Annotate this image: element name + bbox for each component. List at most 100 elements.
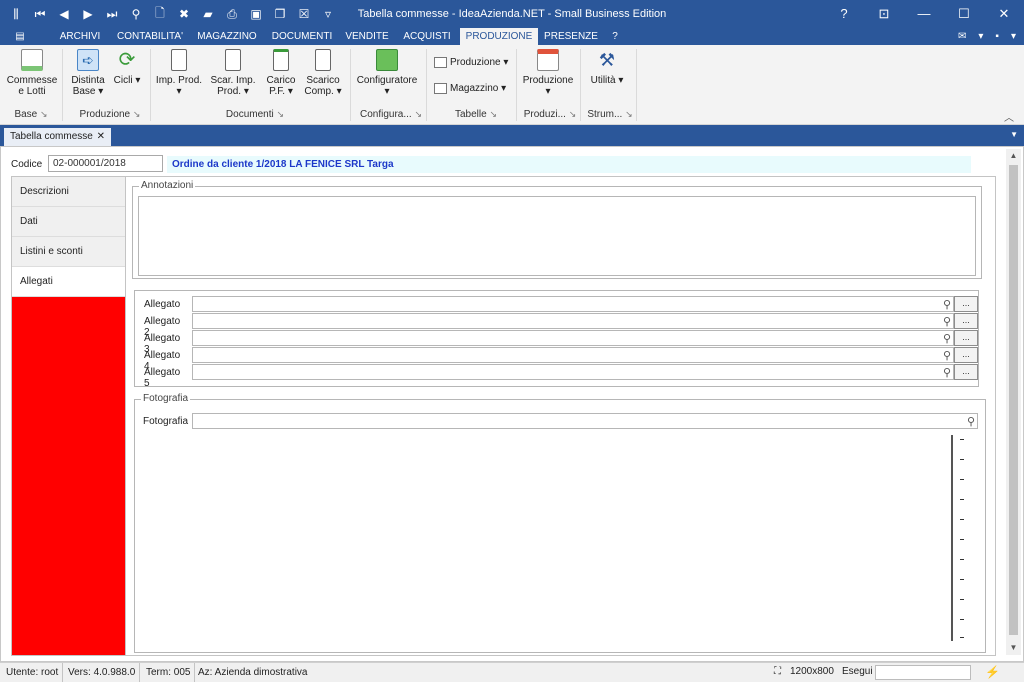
window-layout-icon[interactable]: ▪ (995, 28, 999, 45)
next-record-icon[interactable]: ▶ (76, 7, 100, 21)
commesse-form: Codice 02-000001/2018 Ordine da cliente … (0, 146, 1024, 662)
tab-vendite[interactable]: VENDITE (340, 28, 394, 45)
search-icon[interactable]: ⚲ (967, 415, 975, 428)
mail-icon[interactable]: ✉ (958, 28, 966, 45)
cicli-button[interactable]: ⟳ Cicli ▾ (110, 49, 144, 86)
collapse-ribbon-icon[interactable]: ︿ (1004, 109, 1014, 124)
ribbon-separator (62, 49, 63, 121)
configuratore-icon (376, 49, 398, 71)
codice-field[interactable]: 02-000001/2018 (48, 155, 163, 172)
app-menu-button[interactable]: ▤ (6, 28, 34, 45)
ribbon-separator (350, 49, 351, 121)
vertical-scrollbar[interactable]: ▲ ▼ (1006, 149, 1021, 655)
dialog-launcher-icon[interactable]: ↘ (569, 109, 577, 119)
scroll-thumb[interactable] (1009, 165, 1018, 635)
last-record-icon[interactable]: ⏭ (100, 7, 124, 22)
carico-pf-button[interactable]: Carico P.F. ▾ (262, 49, 300, 97)
tab-archivi[interactable]: ARCHIVI (52, 28, 108, 45)
scar-imp-prod-button[interactable]: Scar. Imp. Prod. ▾ (208, 49, 258, 97)
side-tab-descrizioni[interactable]: Descrizioni (12, 177, 126, 207)
tab-documenti[interactable]: DOCUMENTI (266, 28, 338, 45)
restore-ribbon-icon[interactable]: ⊡ (864, 0, 904, 28)
side-tab-listini[interactable]: Listini e sconti (12, 237, 126, 267)
photo-zoom-slider[interactable] (946, 433, 968, 645)
scarico-comp-button[interactable]: Scarico Comp. ▾ (302, 49, 344, 97)
tab-acquisti[interactable]: ACQUISTI (398, 28, 456, 45)
excel-icon[interactable]: ☒ (292, 7, 316, 21)
ribbon: Commesse e Lotti ➪ Distinta Base ▾ ⟳ Cic… (0, 45, 1024, 125)
scroll-down-icon[interactable]: ▼ (1006, 641, 1021, 655)
document-add-icon (273, 49, 289, 71)
slider-tick (960, 499, 964, 500)
help-button[interactable]: ? (824, 0, 864, 28)
copy-icon[interactable]: ❐ (268, 7, 292, 21)
open-folder-icon[interactable]: ▰ (196, 7, 220, 21)
configuratore-button[interactable]: Configuratore ▾ (354, 49, 420, 97)
mail-dropdown-icon[interactable]: ▾ (978, 28, 983, 45)
first-record-icon[interactable]: ⏮ (28, 7, 52, 22)
magazzino-table-button[interactable]: Magazzino ▾ (434, 83, 506, 94)
codice-label: Codice (11, 159, 43, 170)
browse-button[interactable]: ... (954, 364, 978, 380)
app-icon[interactable]: ⫼ (4, 7, 28, 22)
print-icon[interactable]: ⎙ (220, 7, 244, 22)
attachment-field[interactable]: ⚲ (192, 347, 954, 363)
dialog-launcher-icon[interactable]: ↘ (414, 109, 422, 119)
attachment-field[interactable]: ⚲ (192, 313, 954, 329)
tab-magazzino[interactable]: MAGAZZINO (192, 28, 262, 45)
dialog-launcher-icon[interactable]: ↘ (277, 109, 285, 119)
browse-button[interactable]: ... (954, 330, 978, 346)
commesse-icon (21, 49, 43, 71)
search-icon[interactable]: ⚲ (943, 298, 951, 311)
tab-contabilita[interactable]: CONTABILITA' (112, 28, 188, 45)
annotazioni-textarea[interactable] (138, 196, 976, 276)
new-record-icon[interactable]: 🗋 (148, 4, 172, 25)
quick-access-toolbar: ⫼ ⏮ ◀ ▶ ⏭ ⚲ 🗋 ✖ ▰ ⎙ ▣ ❐ ☒ ▿ (4, 0, 340, 28)
browse-button[interactable]: ... (954, 313, 978, 329)
produzione-report-button[interactable]: Produzione ▾ (520, 49, 576, 97)
prev-record-icon[interactable]: ◀ (52, 7, 76, 21)
document-icon (225, 49, 241, 71)
dialog-launcher-icon[interactable]: ↘ (40, 109, 48, 119)
side-tab-allegati[interactable]: Allegati (12, 267, 126, 297)
maximize-button[interactable]: ☐ (944, 0, 984, 28)
layout-dropdown-icon[interactable]: ▾ (1011, 28, 1016, 45)
close-tab-icon[interactable]: ✕ (97, 128, 105, 146)
browse-button[interactable]: ... (954, 347, 978, 363)
tab-help[interactable]: ? (604, 28, 626, 45)
imp-prod-button[interactable]: Imp. Prod. ▾ (154, 49, 204, 97)
esegui-input[interactable] (875, 665, 971, 680)
browse-button[interactable]: ... (954, 296, 978, 312)
attachment-field[interactable]: ⚲ (192, 364, 954, 380)
tab-presenze[interactable]: PRESENZE (542, 28, 600, 45)
dialog-launcher-icon[interactable]: ↘ (133, 109, 141, 119)
customize-icon[interactable]: ▿ (316, 7, 340, 21)
tab-list-dropdown-icon[interactable]: ▼ (1010, 130, 1018, 139)
search-icon[interactable]: ⚲ (943, 349, 951, 362)
ribbon-separator (426, 49, 427, 121)
ribbon-separator (580, 49, 581, 121)
produzione-table-button[interactable]: Produzione ▾ (434, 57, 508, 68)
save-icon[interactable]: ▣ (244, 7, 268, 21)
attachment-field[interactable]: ⚲ (192, 330, 954, 346)
distinta-base-button[interactable]: ➪ Distinta Base ▾ (68, 49, 108, 97)
search-icon[interactable]: ⚲ (943, 315, 951, 328)
search-icon[interactable]: ⚲ (124, 7, 148, 21)
tab-produzione[interactable]: PRODUZIONE (460, 28, 538, 45)
side-tab-dati-cliente[interactable]: Dati Cliente/Committente (12, 207, 126, 257)
scroll-up-icon[interactable]: ▲ (1006, 149, 1021, 163)
minimize-button[interactable]: — (904, 0, 944, 28)
slider-tick (960, 559, 964, 560)
dialog-launcher-icon[interactable]: ↘ (489, 109, 497, 119)
doc-tab-tabella-commesse[interactable]: Tabella commesse ✕ (4, 128, 111, 146)
fotografia-field[interactable]: ⚲ (192, 413, 978, 429)
search-icon[interactable]: ⚲ (943, 366, 951, 379)
dialog-launcher-icon[interactable]: ↘ (625, 109, 633, 119)
lightning-icon[interactable]: ⚡ (985, 665, 1000, 679)
close-button[interactable]: ✕ (984, 0, 1024, 28)
utilita-button[interactable]: ⚒ Utilità ▾ (586, 49, 628, 86)
search-icon[interactable]: ⚲ (943, 332, 951, 345)
attachment-field[interactable]: ⚲ (192, 296, 954, 312)
delete-icon[interactable]: ✖ (172, 7, 196, 21)
commesse-lotti-button[interactable]: Commesse e Lotti (6, 49, 58, 97)
